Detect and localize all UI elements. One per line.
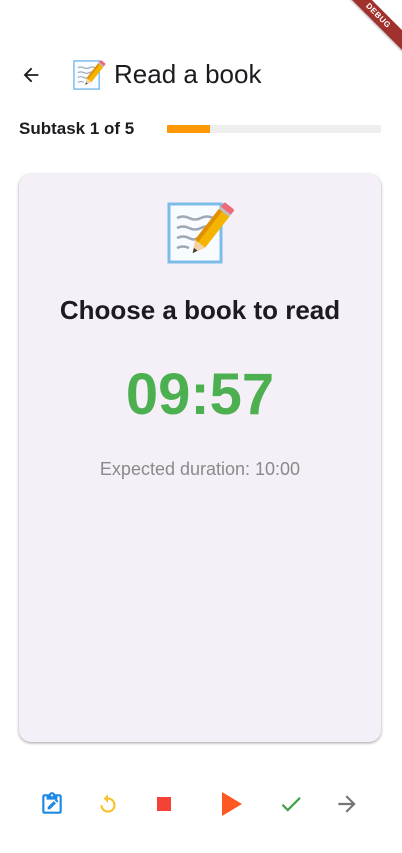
countdown-timer: 09:57 [125,362,275,427]
restart-icon [100,794,116,813]
stop-icon [157,797,171,811]
memo-pencil-icon [73,60,106,90]
edit-note-icon [42,792,62,814]
page-title: Read a book [114,59,262,89]
back-button[interactable] [16,60,46,90]
next-subtask-button[interactable] [329,786,365,822]
progress-bar [167,125,381,133]
arrow-back-icon [23,67,39,83]
play-icon [222,792,242,816]
check-icon [281,797,301,812]
edit-subtask-button[interactable] [34,786,70,822]
subtask-progress: Subtask 1 of 5 [19,118,381,140]
screen: DEBUG Read a book Subtask 1 of 5 Choose … [0,0,402,853]
progress-bar-fill [167,125,210,133]
play-button[interactable] [212,786,248,822]
debug-banner: DEBUG [339,0,402,55]
progress-label: Subtask 1 of 5 [19,119,135,138]
stop-button[interactable] [146,786,182,822]
arrow-forward-icon [338,795,356,813]
expected-duration: Expected duration: 10:00 [99,459,301,479]
complete-button[interactable] [273,786,309,822]
memo-pencil-icon [167,202,234,264]
restart-button[interactable] [90,786,126,822]
app-bar: Read a book [0,52,402,96]
subtask-card: Choose a book to read 09:57 Expected dur… [19,174,381,742]
action-bar [0,786,402,822]
subtask-title: Choose a book to read [59,295,341,325]
